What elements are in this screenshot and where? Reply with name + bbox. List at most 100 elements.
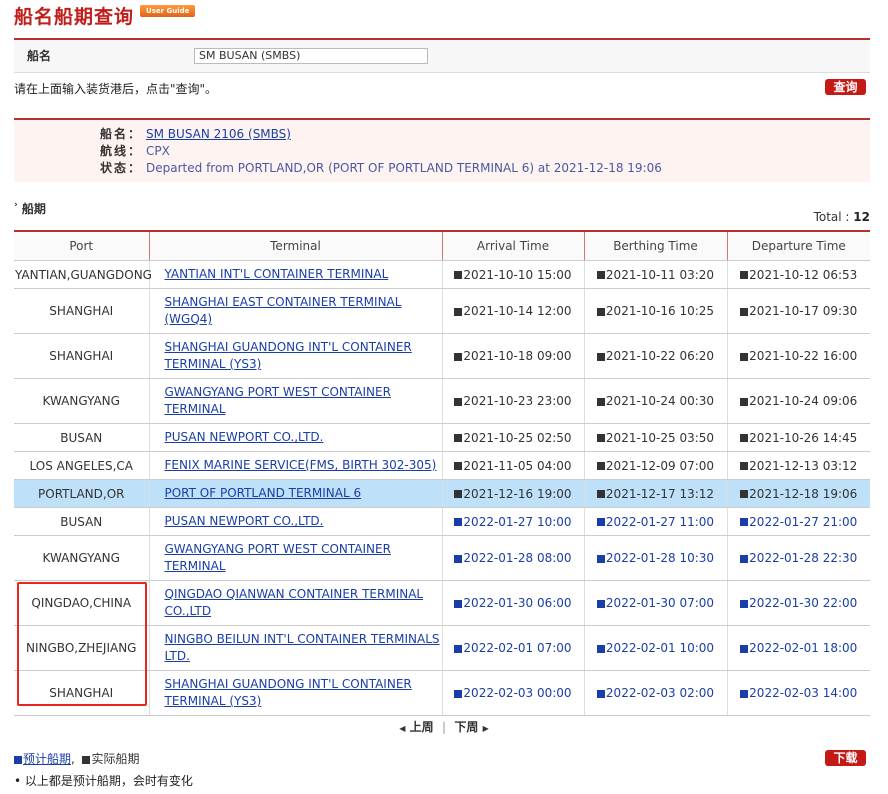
time-status-icon <box>454 518 463 526</box>
time-status-icon <box>740 644 749 653</box>
route-row: 航线： CPX <box>100 143 170 159</box>
download-button[interactable]: 下载 <box>825 750 866 766</box>
terminal-link[interactable]: PUSAN NEWPORT CO.,LTD. <box>165 514 324 528</box>
time-status-icon <box>740 599 749 608</box>
time-status-icon <box>454 462 463 470</box>
arrival-cell: 2021-10-10 15:00 <box>442 260 585 289</box>
port-cell: KWANGYANG <box>14 535 150 581</box>
berthing-cell: 2022-02-01 10:00 <box>584 625 728 671</box>
time-status-icon <box>740 434 749 442</box>
berthing-cell: 2021-12-17 13:12 <box>584 479 728 508</box>
ship-name-input[interactable]: SM BUSAN (SMBS) <box>194 48 428 64</box>
arrival-cell: 2021-10-18 09:00 <box>442 333 585 379</box>
departure-cell: 2022-02-01 18:00 <box>727 625 870 671</box>
terminal-cell: PUSAN NEWPORT CO.,LTD. <box>149 507 443 536</box>
table-row: BUSAN PUSAN NEWPORT CO.,LTD. 2022-01-27 10… <box>14 507 870 536</box>
time-status-icon <box>596 271 605 279</box>
schedule-section-title: › 船期 <box>14 200 46 216</box>
terminal-link[interactable]: QINGDAO QIANWAN CONTAINER TERMINAL CO.,L… <box>165 587 424 618</box>
berthing-cell: 2022-01-28 10:30 <box>584 535 728 581</box>
time-status-icon <box>596 518 605 526</box>
prev-arrow-icon: ◀ <box>399 724 406 733</box>
arrival-cell: 2021-10-23 23:00 <box>442 378 585 424</box>
highlight-outline <box>17 582 147 706</box>
departure-cell: 2021-10-22 16:00 <box>727 333 870 379</box>
vessel-row: 船名： SM BUSAN 2106 (SMBS) <box>100 126 291 142</box>
terminal-link[interactable]: YANTIAN INT'L CONTAINER TERMINAL <box>165 267 389 281</box>
bullet-icon: • <box>14 774 22 788</box>
col-terminal: Terminal <box>149 230 443 261</box>
status-row: 状态： Departed from PORTLAND,OR (PORT OF PO… <box>100 160 662 176</box>
table-row: PORTLAND,OR PORT OF PORTLAND TERMINAL 6 20… <box>14 479 870 508</box>
terminal-link[interactable]: PUSAN NEWPORT CO.,LTD. <box>165 430 324 444</box>
terminal-link[interactable]: NINGBO BEILUN INT'L CONTAINER TERMINALS … <box>165 632 440 663</box>
time-status-icon <box>596 434 605 442</box>
terminal-link[interactable]: SHANGHAI GUANDONG INT'L CONTAINER TERMIN… <box>165 677 412 708</box>
schedule-note: • 以上都是预计船期，会时有变化 <box>14 774 193 788</box>
port-cell: YANTIAN,GUANGDONG <box>14 260 152 289</box>
time-status-icon <box>740 689 749 698</box>
table-row: BUSAN PUSAN NEWPORT CO.,LTD. 2021-10-25 02… <box>14 423 870 452</box>
col-arrival: Arrival Time <box>442 230 585 261</box>
search-hint: 请在上面输入装货港后，点击"查询"。 <box>14 82 218 96</box>
departure-cell: 2021-12-13 03:12 <box>727 451 870 480</box>
berthing-cell: 2022-01-30 07:00 <box>584 580 728 626</box>
time-status-icon <box>454 271 463 279</box>
terminal-cell: QINGDAO QIANWAN CONTAINER TERMINAL CO.,L… <box>149 580 443 626</box>
estimated-legend-icon <box>14 755 22 764</box>
vessel-link[interactable]: SM BUSAN 2106 (SMBS) <box>146 127 291 141</box>
arrival-cell: 2021-10-14 12:00 <box>442 288 585 334</box>
vessel-info-panel: 船名： SM BUSAN 2106 (SMBS) 航线： CPX 状态： Depart… <box>14 118 870 182</box>
table-row: SHANGHAI SHANGHAI EAST CONTAINER TERMINAL… <box>14 288 870 334</box>
col-departure: Departure Time <box>727 230 870 261</box>
search-panel: 船名 SM BUSAN (SMBS) <box>14 38 870 73</box>
time-status-icon <box>740 307 749 316</box>
time-status-icon <box>740 397 749 406</box>
col-berthing: Berthing Time <box>584 230 728 261</box>
terminal-cell: SHANGHAI GUANDONG INT'L CONTAINER TERMIN… <box>149 333 443 379</box>
terminal-cell: SHANGHAI EAST CONTAINER TERMINAL (WGQ4) <box>149 288 443 334</box>
time-status-icon <box>740 271 749 279</box>
terminal-link[interactable]: PORT OF PORTLAND TERMINAL 6 <box>165 486 362 500</box>
berthing-cell: 2021-12-09 07:00 <box>584 451 728 480</box>
time-status-icon <box>454 434 463 442</box>
ship-name-label: 船名 <box>27 49 52 63</box>
berthing-cell: 2021-10-25 03:50 <box>584 423 728 452</box>
next-week-link[interactable]: 下周 <box>454 720 478 734</box>
time-status-icon <box>454 599 463 608</box>
terminal-link[interactable]: FENIX MARINE SERVICE(FMS, BIRTH 302-305) <box>165 458 437 472</box>
vessel-key: 船名： <box>100 127 143 141</box>
berthing-cell: 2021-10-24 00:30 <box>584 378 728 424</box>
table-row: LOS ANGELES,CA FENIX MARINE SERVICE(FMS, … <box>14 451 870 480</box>
terminal-cell: PUSAN NEWPORT CO.,LTD. <box>149 423 443 452</box>
terminal-cell: NINGBO BEILUN INT'L CONTAINER TERMINALS … <box>149 625 443 671</box>
time-status-icon <box>454 644 463 653</box>
terminal-link[interactable]: GWANGYANG PORT WEST CONTAINER TERMINAL <box>165 542 391 573</box>
terminal-link[interactable]: SHANGHAI GUANDONG INT'L CONTAINER TERMIN… <box>165 340 412 371</box>
prev-week-link[interactable]: 上周 <box>410 720 434 734</box>
arrival-cell: 2022-02-01 07:00 <box>442 625 585 671</box>
time-status-icon <box>454 352 463 361</box>
user-guide-button[interactable]: User Guide <box>140 5 196 17</box>
departure-cell: 2021-10-12 06:53 <box>727 260 870 289</box>
terminal-cell: GWANGYANG PORT WEST CONTAINER TERMINAL <box>149 535 443 581</box>
route-value: CPX <box>146 144 170 158</box>
total-count: Total : 12 <box>813 210 870 224</box>
query-button[interactable]: 查询 <box>825 79 866 95</box>
terminal-link[interactable]: SHANGHAI EAST CONTAINER TERMINAL (WGQ4) <box>165 295 402 326</box>
departure-cell: 2021-10-17 09:30 <box>727 288 870 334</box>
terminal-link[interactable]: GWANGYANG PORT WEST CONTAINER TERMINAL <box>165 385 391 416</box>
time-status-icon <box>596 490 605 498</box>
departure-cell: 2021-12-18 19:06 <box>727 479 870 508</box>
arrival-cell: 2022-02-03 00:00 <box>442 670 585 716</box>
terminal-cell: SHANGHAI GUANDONG INT'L CONTAINER TERMIN… <box>149 670 443 716</box>
arrival-cell: 2021-11-05 04:00 <box>442 451 585 480</box>
time-status-icon <box>454 397 463 406</box>
time-status-icon <box>596 689 605 698</box>
pager-separator: | <box>441 720 447 734</box>
berthing-cell: 2022-01-27 11:00 <box>584 507 728 536</box>
status-value: Departed from PORTLAND,OR (PORT OF PORTL… <box>146 161 662 175</box>
title-row: 船名船期查询 User Guide <box>14 2 196 28</box>
route-key: 航线： <box>100 144 143 158</box>
estimated-legend-label[interactable]: 预计船期 <box>23 752 71 766</box>
